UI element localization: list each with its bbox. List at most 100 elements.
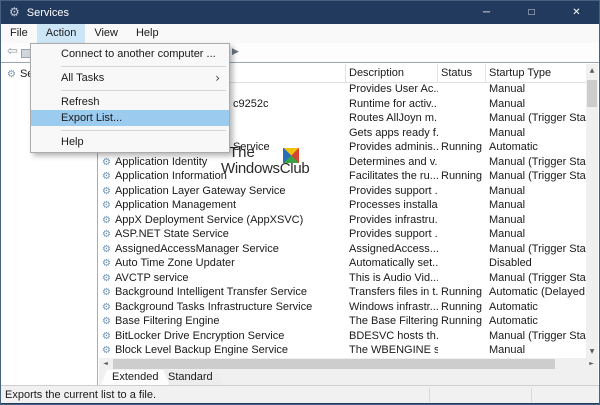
service-status <box>438 126 486 141</box>
scroll-right-icon[interactable]: ► <box>585 358 598 370</box>
menubar-item-file[interactable]: File <box>1 24 37 43</box>
service-gear-icon: ⚙ <box>102 214 111 226</box>
statusbar: Exports the current list to a file. <box>1 385 599 404</box>
service-description: Processes installa... <box>349 199 438 211</box>
service-gear-icon: ⚙ <box>102 301 111 313</box>
service-row[interactable]: ⚙ ASP.NET State Service Provides support .… <box>99 227 586 242</box>
service-name: AVCTP service <box>114 271 189 284</box>
service-row[interactable]: ⚙ AssignedAccessManager Service AssignedAc… <box>99 242 586 257</box>
service-row[interactable]: ⚙ Block Level Backup Engine Service The WB… <box>99 343 586 358</box>
service-startup-type: Manual (Trigger Start) <box>489 155 586 168</box>
menu-item-help[interactable]: Help <box>31 134 229 150</box>
menu-item-refresh[interactable]: Refresh <box>31 94 229 110</box>
vertical-scroll-thumb[interactable] <box>587 80 597 107</box>
service-row[interactable]: ⚙ Background Intelligent Transfer Service… <box>99 285 586 300</box>
menu-separator <box>31 86 229 94</box>
service-name: AppX Deployment Service (AppXSVC) <box>114 213 304 226</box>
service-description: Facilitates the ru... <box>349 170 438 182</box>
service-status: Running <box>441 141 482 153</box>
service-description: Transfers files in t... <box>349 286 438 298</box>
back-arrow-icon[interactable]: ⇦ <box>7 44 18 59</box>
menubar-item-view[interactable]: View <box>85 24 127 43</box>
service-name: Background Tasks Infrastructure Service <box>114 300 313 313</box>
service-description: Determines and v... <box>349 155 438 168</box>
service-name: Application Management <box>114 199 237 211</box>
service-description: Automatically set... <box>349 257 438 269</box>
service-startup-type: Automatic (Delayed Sta <box>489 286 586 298</box>
service-name-cell: ⚙ AVCTP service <box>99 271 346 286</box>
service-name: BitLocker Drive Encryption Service <box>114 329 285 342</box>
service-startup-type: Automatic <box>489 315 538 327</box>
tab-strip: Extended Standard <box>99 370 598 385</box>
service-gear-icon: ⚙ <box>102 330 111 342</box>
service-gear-icon: ⚙ <box>102 229 111 240</box>
service-name-cell: ⚙ Application Layer Gateway Service <box>99 184 346 199</box>
service-status: Running <box>441 170 482 182</box>
forward-arrow-icon[interactable]: ▶ <box>232 47 239 57</box>
action-menu-dropdown: Connect to another computer ... All Tasks… <box>30 43 230 153</box>
service-description: The WBENGINE s... <box>349 344 438 356</box>
service-gear-icon: ⚙ <box>102 316 111 327</box>
service-gear-icon: ⚙ <box>102 345 111 356</box>
service-name-cell: ⚙ ASP.NET State Service <box>99 227 346 242</box>
service-status <box>438 227 486 242</box>
service-startup-type: Manual <box>489 228 526 240</box>
column-header-startup-type[interactable]: Startup Type <box>486 64 586 82</box>
service-name: Background Intelligent Transfer Service <box>114 286 307 298</box>
vertical-scrollbar[interactable]: ▲ ▼ <box>586 64 598 358</box>
menu-item-export-list[interactable]: Export List... <box>31 110 229 126</box>
service-row[interactable]: ⚙ Application Management Processes install… <box>99 198 586 213</box>
service-name: Auto Time Zone Updater <box>114 257 235 269</box>
service-status <box>438 271 486 286</box>
service-row[interactable]: ⚙ Application Layer Gateway Service Provid… <box>99 184 586 199</box>
service-row[interactable]: ⚙ Application Information Facilitates the … <box>99 169 586 184</box>
service-description: BDESVC hosts th... <box>349 329 438 342</box>
service-name-cell: ⚙ Base Filtering Engine <box>99 314 346 329</box>
service-description: Routes AllJoyn m... <box>349 112 438 124</box>
service-startup-type: Manual (Trigger Start) <box>489 112 586 124</box>
service-row[interactable]: ⚙ Background Tasks Infrastructure Service… <box>99 300 586 315</box>
scroll-left-icon[interactable]: ◄ <box>99 358 112 370</box>
menu-item-connect-to-another-computer[interactable]: Connect to another computer ... <box>31 46 229 62</box>
maximize-button[interactable]: □ <box>509 1 554 24</box>
service-gear-icon: ⚙ <box>102 243 111 255</box>
menubar-item-help[interactable]: Help <box>127 24 168 43</box>
service-row[interactable]: ⚙ Application Identity Determines and v...… <box>99 155 586 170</box>
horizontal-scroll-thumb[interactable] <box>113 359 555 369</box>
service-name-cell: ⚙ Application Information <box>99 169 346 184</box>
scroll-down-icon[interactable]: ▼ <box>586 345 598 358</box>
column-header-description[interactable]: Description <box>346 64 438 82</box>
service-row[interactable]: ⚙ AppX Deployment Service (AppXSVC) Provid… <box>99 213 586 228</box>
service-row[interactable]: ⚙ AVCTP service This is Audio Vid... Manual… <box>99 271 586 286</box>
column-header-status[interactable]: Status <box>438 64 486 82</box>
service-description: Provides support ... <box>349 184 438 197</box>
service-status: Running <box>441 286 482 298</box>
service-name-cell: ⚙ Auto Time Zone Updater <box>99 256 346 271</box>
service-status <box>438 198 486 213</box>
service-name-cell: ⚙ Background Intelligent Transfer Service <box>99 285 346 300</box>
service-startup-type: Manual (Trigger Start) <box>489 170 586 182</box>
service-status <box>438 242 486 257</box>
service-name: Application Information <box>114 170 227 182</box>
statusbar-separator <box>429 388 430 402</box>
service-row[interactable]: ⚙ Base Filtering Engine The Base Filtering… <box>99 314 586 329</box>
service-status <box>438 82 486 97</box>
scroll-up-icon[interactable]: ▲ <box>586 64 598 77</box>
service-description: This is Audio Vid... <box>349 271 438 284</box>
horizontal-scrollbar[interactable]: ◄ ► <box>99 358 598 370</box>
service-name-cell: ⚙ BitLocker Drive Encryption Service <box>99 329 346 344</box>
service-startup-type: Manual (Trigger Start) <box>489 329 586 342</box>
service-startup-type: Manual <box>489 199 526 211</box>
menu-item-all-tasks[interactable]: All Tasks › <box>31 70 229 86</box>
minimize-button[interactable]: ─ <box>464 1 509 24</box>
service-name: ASP.NET State Service <box>114 228 229 240</box>
submenu-arrow-icon: › <box>215 71 220 85</box>
service-description: Gets apps ready f... <box>349 126 438 139</box>
service-startup-type: Manual <box>489 184 526 197</box>
service-name: AssignedAccessManager Service <box>114 242 279 255</box>
service-row[interactable]: ⚙ BitLocker Drive Encryption Service BDESV… <box>99 329 586 344</box>
service-row[interactable]: ⚙ Auto Time Zone Updater Automatically set… <box>99 256 586 271</box>
tab-extended[interactable]: Extended <box>101 370 169 385</box>
menubar-item-action[interactable]: Action <box>36 24 86 43</box>
close-button[interactable]: ✕ <box>554 1 599 24</box>
